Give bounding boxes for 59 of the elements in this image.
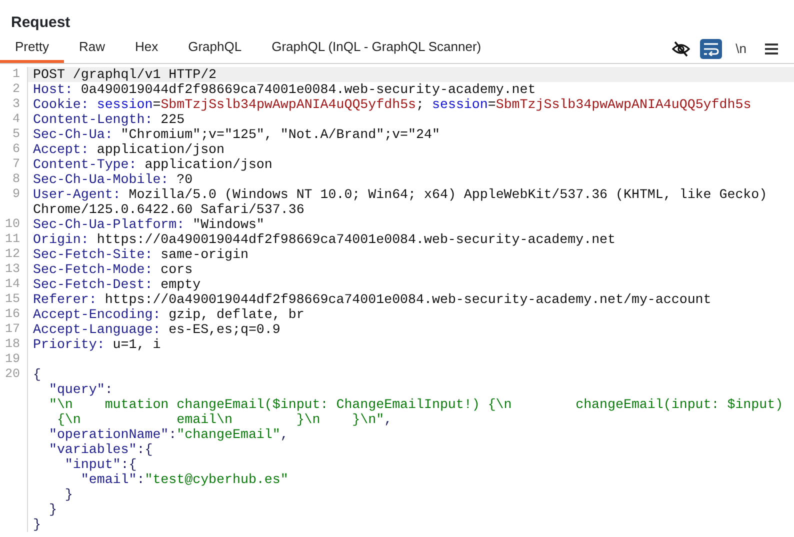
tab[interactable]: Raw [64,37,120,63]
code-line: "operationName":"changeEmail", [48,427,288,442]
line-number: 19 [4,352,20,367]
code-line: } [33,517,41,532]
line-number: 3 [12,97,20,112]
tab[interactable]: Pretty [0,37,64,63]
line-number: 12 [4,247,20,262]
line-number: 16 [4,307,20,322]
code-line: Sec-Fetch-Dest: empty [33,277,201,292]
code-line: Cookie: session=SbmTzjSslb34pwAwpANIA4uQQ5yfdh5s; session=SbmTzjSslb34pwAwpANIA4uQQ5yfdh5s [33,97,752,112]
code-line: Referer: https://0a490019044df2f98669ca74001e0084.web-security-academy.net/my-account [33,292,712,307]
line-number: 10 [4,217,20,232]
wrap-icon[interactable] [700,39,722,59]
code-line: {\n email\n }\n }\n", [56,412,392,427]
code-line: Sec-Fetch-Site: same-origin [33,247,248,262]
code-line: Origin: https://0a490019044df2f98669ca74001e0084.web-security-academy.net [33,232,616,247]
code-line: Content-Type: application/json [33,157,272,172]
code-line: } [64,487,73,502]
line-number: 1 [12,67,20,82]
code-line: "email":"test@cyberhub.es" [80,472,288,487]
code-line: { [33,367,41,382]
code-line: Accept: application/json [33,142,225,157]
line-number: 7 [12,157,20,172]
code-line: POST /graphql/v1 HTTP/2 [33,67,217,82]
code-line: Sec-Ch-Ua-Mobile: ?0 [33,172,193,187]
tab[interactable]: GraphQL [173,37,257,63]
tab[interactable]: GraphQL (InQL - GraphQL Scanner) [256,37,496,63]
hide-icon[interactable] [670,39,692,59]
newline-button[interactable]: \n [730,39,752,59]
code-line: Content-Length: 225 [33,112,185,127]
code-line: Sec-Fetch-Mode: cors [33,262,193,277]
code-line: "query": [48,382,113,397]
line-number: 9 [12,187,20,202]
line-number: 18 [4,337,20,352]
line-number: 17 [4,322,20,337]
line-number: 20 [4,367,20,382]
line-number: 11 [4,232,20,247]
code-line: Sec-Ch-Ua: "Chromium";v="125", "Not.A/Brand";v="24" [33,127,440,142]
panel-title: Request [10,13,72,33]
line-number: 13 [4,262,20,277]
line-number: 2 [12,82,20,97]
code-line: "variables":{ [48,442,153,457]
code-line: Sec-Ch-Ua-Platform: "Windows" [33,217,264,232]
line-number: 15 [4,292,20,307]
code-line: "\n mutation changeEmail($input: ChangeEmailInput!) {\n changeEmail(input: $input) [48,397,784,412]
line-number: 8 [12,172,20,187]
code-line: Accept-Language: es-ES,es;q=0.9 [33,322,280,337]
line-number: 6 [12,142,20,157]
code-line: } [48,502,57,517]
line-number: 14 [4,277,20,292]
code-line: User-Agent: Mozilla/5.0 (Windows NT 10.0; Win64; x64) AppleWebKit/537.36 (KHTML, like Gecko) [33,187,768,202]
line-number: 5 [12,127,20,142]
code-line: Chrome/125.0.6422.60 Safari/537.36 [33,202,304,217]
code-line: Host: 0a490019044df2f98669ca74001e0084.web-security-academy.net [33,82,536,97]
code-line: Priority: u=1, i [33,337,161,352]
tab[interactable]: Hex [120,37,174,63]
code-line: Accept-Encoding: gzip, deflate, br [33,307,304,322]
line-number: 4 [12,112,20,127]
code-line: "input":{ [64,457,137,472]
